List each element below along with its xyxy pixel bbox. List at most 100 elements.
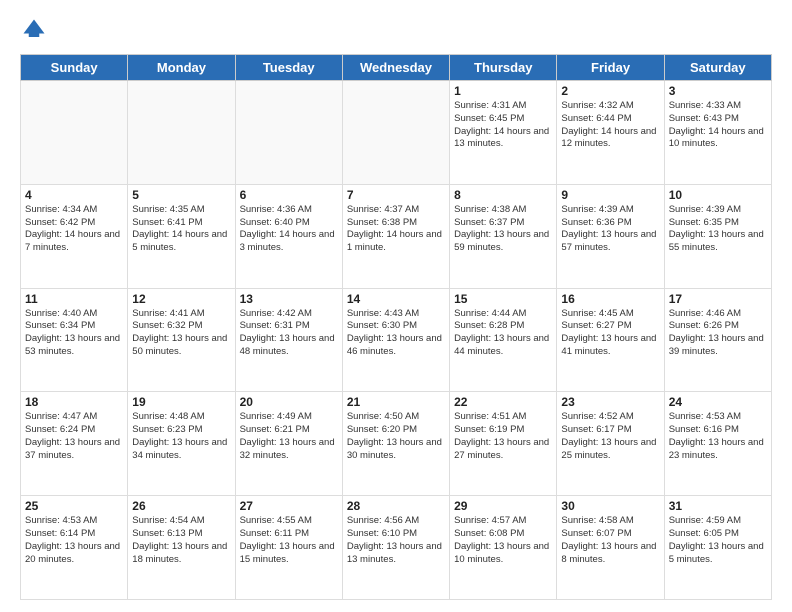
- day-info: Sunrise: 4:35 AM Sunset: 6:41 PM Dayligh…: [132, 204, 230, 255]
- day-number: 15: [454, 292, 552, 306]
- day-number: 25: [25, 499, 123, 513]
- day-number: 9: [561, 188, 659, 202]
- day-cell-8: 8 Sunrise: 4:38 AM Sunset: 6:37 PM Daylig…: [450, 184, 557, 288]
- day-number: 11: [25, 292, 123, 306]
- day-info: Sunrise: 4:52 AM Sunset: 6:17 PM Dayligh…: [561, 411, 659, 462]
- day-info: Sunrise: 4:51 AM Sunset: 6:19 PM Dayligh…: [454, 411, 552, 462]
- week-row-5: 25 Sunrise: 4:53 AM Sunset: 6:14 PM Dayli…: [21, 496, 772, 600]
- empty-cell: [128, 81, 235, 185]
- day-number: 4: [25, 188, 123, 202]
- weekday-header-wednesday: Wednesday: [342, 55, 449, 81]
- day-info: Sunrise: 4:55 AM Sunset: 6:11 PM Dayligh…: [240, 515, 338, 566]
- logo-icon: [20, 16, 48, 44]
- day-info: Sunrise: 4:39 AM Sunset: 6:35 PM Dayligh…: [669, 204, 767, 255]
- empty-cell: [235, 81, 342, 185]
- week-row-3: 11 Sunrise: 4:40 AM Sunset: 6:34 PM Dayli…: [21, 288, 772, 392]
- weekday-header-sunday: Sunday: [21, 55, 128, 81]
- day-cell-5: 5Sunrise: 4:35 AM Sunset: 6:41 PM Daylig…: [128, 184, 235, 288]
- day-info: Sunrise: 4:31 AM Sunset: 6:45 PM Dayligh…: [454, 100, 552, 151]
- day-info: Sunrise: 4:48 AM Sunset: 6:23 PM Dayligh…: [132, 411, 230, 462]
- weekday-header-saturday: Saturday: [664, 55, 771, 81]
- day-number: 19: [132, 395, 230, 409]
- day-number: 14: [347, 292, 445, 306]
- day-cell-28: 28 Sunrise: 4:56 AM Sunset: 6:10 PM Dayli…: [342, 496, 449, 600]
- day-info: Sunrise: 4:36 AM Sunset: 6:40 PM Dayligh…: [240, 204, 338, 255]
- day-cell-29: 29Sunrise: 4:57 AM Sunset: 6:08 PM Dayli…: [450, 496, 557, 600]
- day-cell-21: 21Sunrise: 4:50 AM Sunset: 6:20 PM Dayli…: [342, 392, 449, 496]
- day-number: 20: [240, 395, 338, 409]
- day-cell-24: 24 Sunrise: 4:53 AM Sunset: 6:16 PM Dayli…: [664, 392, 771, 496]
- empty-cell: [21, 81, 128, 185]
- weekday-header-row: SundayMondayTuesdayWednesdayThursdayFrid…: [21, 55, 772, 81]
- day-cell-14: 14 Sunrise: 4:43 AM Sunset: 6:30 PM Dayli…: [342, 288, 449, 392]
- day-number: 13: [240, 292, 338, 306]
- day-number: 24: [669, 395, 767, 409]
- day-info: Sunrise: 4:32 AM Sunset: 6:44 PM Dayligh…: [561, 100, 659, 151]
- day-cell-19: 19 Sunrise: 4:48 AM Sunset: 6:23 PM Dayli…: [128, 392, 235, 496]
- week-row-2: 4 Sunrise: 4:34 AM Sunset: 6:42 PM Daylig…: [21, 184, 772, 288]
- day-info: Sunrise: 4:40 AM Sunset: 6:34 PM Dayligh…: [25, 308, 123, 359]
- day-number: 30: [561, 499, 659, 513]
- day-cell-4: 4 Sunrise: 4:34 AM Sunset: 6:42 PM Daylig…: [21, 184, 128, 288]
- day-info: Sunrise: 4:54 AM Sunset: 6:13 PM Dayligh…: [132, 515, 230, 566]
- day-info: Sunrise: 4:56 AM Sunset: 6:10 PM Dayligh…: [347, 515, 445, 566]
- day-number: 22: [454, 395, 552, 409]
- weekday-header-friday: Friday: [557, 55, 664, 81]
- day-info: Sunrise: 4:53 AM Sunset: 6:14 PM Dayligh…: [25, 515, 123, 566]
- empty-cell: [342, 81, 449, 185]
- day-cell-7: 7 Sunrise: 4:37 AM Sunset: 6:38 PM Daylig…: [342, 184, 449, 288]
- day-cell-11: 11 Sunrise: 4:40 AM Sunset: 6:34 PM Dayli…: [21, 288, 128, 392]
- day-cell-18: 18Sunrise: 4:47 AM Sunset: 6:24 PM Dayli…: [21, 392, 128, 496]
- day-info: Sunrise: 4:34 AM Sunset: 6:42 PM Dayligh…: [25, 204, 123, 255]
- day-cell-13: 13 Sunrise: 4:42 AM Sunset: 6:31 PM Dayli…: [235, 288, 342, 392]
- day-info: Sunrise: 4:44 AM Sunset: 6:28 PM Dayligh…: [454, 308, 552, 359]
- day-number: 3: [669, 84, 767, 98]
- day-info: Sunrise: 4:57 AM Sunset: 6:08 PM Dayligh…: [454, 515, 552, 566]
- day-number: 27: [240, 499, 338, 513]
- day-info: Sunrise: 4:43 AM Sunset: 6:30 PM Dayligh…: [347, 308, 445, 359]
- day-cell-10: 10 Sunrise: 4:39 AM Sunset: 6:35 PM Dayli…: [664, 184, 771, 288]
- day-cell-2: 2 Sunrise: 4:32 AM Sunset: 6:44 PM Daylig…: [557, 81, 664, 185]
- weekday-header-tuesday: Tuesday: [235, 55, 342, 81]
- day-number: 7: [347, 188, 445, 202]
- day-info: Sunrise: 4:41 AM Sunset: 6:32 PM Dayligh…: [132, 308, 230, 359]
- day-cell-25: 25 Sunrise: 4:53 AM Sunset: 6:14 PM Dayli…: [21, 496, 128, 600]
- day-info: Sunrise: 4:49 AM Sunset: 6:21 PM Dayligh…: [240, 411, 338, 462]
- day-info: Sunrise: 4:53 AM Sunset: 6:16 PM Dayligh…: [669, 411, 767, 462]
- header: [20, 16, 772, 44]
- day-info: Sunrise: 4:38 AM Sunset: 6:37 PM Dayligh…: [454, 204, 552, 255]
- day-info: Sunrise: 4:39 AM Sunset: 6:36 PM Dayligh…: [561, 204, 659, 255]
- day-cell-12: 12 Sunrise: 4:41 AM Sunset: 6:32 PM Dayli…: [128, 288, 235, 392]
- day-info: Sunrise: 4:45 AM Sunset: 6:27 PM Dayligh…: [561, 308, 659, 359]
- day-cell-20: 20 Sunrise: 4:49 AM Sunset: 6:21 PM Dayli…: [235, 392, 342, 496]
- day-info: Sunrise: 4:33 AM Sunset: 6:43 PM Dayligh…: [669, 100, 767, 151]
- day-cell-1: 1 Sunrise: 4:31 AM Sunset: 6:45 PM Daylig…: [450, 81, 557, 185]
- day-number: 10: [669, 188, 767, 202]
- day-number: 26: [132, 499, 230, 513]
- day-info: Sunrise: 4:59 AM Sunset: 6:05 PM Dayligh…: [669, 515, 767, 566]
- week-row-1: 1 Sunrise: 4:31 AM Sunset: 6:45 PM Daylig…: [21, 81, 772, 185]
- logo: [20, 16, 52, 44]
- day-number: 21: [347, 395, 445, 409]
- day-cell-15: 15 Sunrise: 4:44 AM Sunset: 6:28 PM Dayli…: [450, 288, 557, 392]
- day-number: 8: [454, 188, 552, 202]
- day-cell-30: 30 Sunrise: 4:58 AM Sunset: 6:07 PM Dayli…: [557, 496, 664, 600]
- day-number: 31: [669, 499, 767, 513]
- calendar-table: SundayMondayTuesdayWednesdayThursdayFrid…: [20, 54, 772, 600]
- day-number: 28: [347, 499, 445, 513]
- day-cell-26: 26 Sunrise: 4:54 AM Sunset: 6:13 PM Dayli…: [128, 496, 235, 600]
- day-number: 2: [561, 84, 659, 98]
- day-cell-22: 22 Sunrise: 4:51 AM Sunset: 6:19 PM Dayli…: [450, 392, 557, 496]
- day-info: Sunrise: 4:58 AM Sunset: 6:07 PM Dayligh…: [561, 515, 659, 566]
- day-number: 1: [454, 84, 552, 98]
- weekday-header-monday: Monday: [128, 55, 235, 81]
- day-info: Sunrise: 4:42 AM Sunset: 6:31 PM Dayligh…: [240, 308, 338, 359]
- weekday-header-thursday: Thursday: [450, 55, 557, 81]
- day-number: 6: [240, 188, 338, 202]
- day-cell-16: 16 Sunrise: 4:45 AM Sunset: 6:27 PM Dayli…: [557, 288, 664, 392]
- day-cell-23: 23Sunrise: 4:52 AM Sunset: 6:17 PM Dayli…: [557, 392, 664, 496]
- day-info: Sunrise: 4:37 AM Sunset: 6:38 PM Dayligh…: [347, 204, 445, 255]
- day-number: 12: [132, 292, 230, 306]
- day-cell-3: 3 Sunrise: 4:33 AM Sunset: 6:43 PM Daylig…: [664, 81, 771, 185]
- day-number: 16: [561, 292, 659, 306]
